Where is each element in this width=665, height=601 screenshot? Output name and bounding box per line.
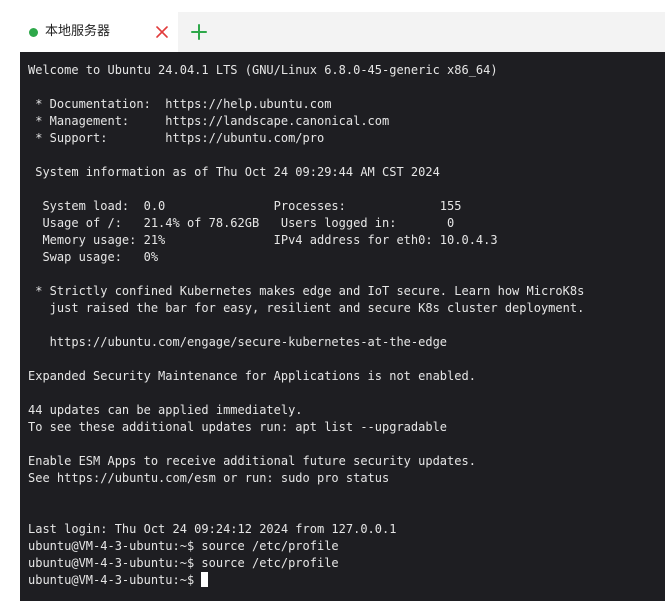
close-icon[interactable] <box>154 24 170 40</box>
terminal-line: See https://ubuntu.com/esm or run: sudo … <box>28 471 390 485</box>
terminal-line: https://ubuntu.com/engage/secure-kuberne… <box>28 335 448 349</box>
terminal-line: ubuntu@VM-4-3-ubuntu:~$ source /etc/prof… <box>28 539 339 553</box>
terminal-line: * Management: https://landscape.canonica… <box>28 114 390 128</box>
terminal-line: Memory usage: 21% IPv4 address for eth0:… <box>28 233 498 247</box>
terminal-line: * Documentation: https://help.ubuntu.com <box>28 97 332 111</box>
terminal-line: Enable ESM Apps to receive additional fu… <box>28 454 476 468</box>
terminal-line: Swap usage: 0% <box>28 250 159 264</box>
terminal-line: Last login: Thu Oct 24 09:24:12 2024 fro… <box>28 522 397 536</box>
plus-icon[interactable] <box>190 23 208 41</box>
terminal-line: Usage of /: 21.4% of 78.62GB Users logge… <box>28 216 455 230</box>
terminal-line: Welcome to Ubuntu 24.04.1 LTS (GNU/Linux… <box>28 63 498 77</box>
terminal-line: System information as of Thu Oct 24 09:2… <box>28 165 440 179</box>
tab-bar: 本地服务器 <box>20 12 665 52</box>
tab-title: 本地服务器 <box>45 24 111 39</box>
shell-prompt: ubuntu@VM-4-3-ubuntu:~$ <box>28 573 202 587</box>
text-cursor <box>201 572 209 587</box>
terminal-line: To see these additional updates run: apt… <box>28 420 448 434</box>
terminal-window: 本地服务器 Welcome to Ubuntu 24.04.1 LTS (GNU… <box>20 12 665 601</box>
terminal-line: System load: 0.0 Processes: 155 <box>28 199 462 213</box>
terminal-line: 44 updates can be applied immediately. <box>28 403 303 417</box>
tab-local-server[interactable]: 本地服务器 <box>20 12 178 52</box>
connection-status-icon <box>29 28 38 37</box>
terminal-line: * Strictly confined Kubernetes makes edg… <box>28 284 585 298</box>
terminal-line: Expanded Security Maintenance for Applic… <box>28 369 476 383</box>
terminal-prompt-line[interactable]: ubuntu@VM-4-3-ubuntu:~$ <box>28 572 665 589</box>
terminal-line: just raised the bar for easy, resilient … <box>28 301 585 315</box>
terminal-output[interactable]: Welcome to Ubuntu 24.04.1 LTS (GNU/Linux… <box>20 52 665 601</box>
terminal-line: * Support: https://ubuntu.com/pro <box>28 131 325 145</box>
terminal-line: ubuntu@VM-4-3-ubuntu:~$ source /etc/prof… <box>28 556 339 570</box>
